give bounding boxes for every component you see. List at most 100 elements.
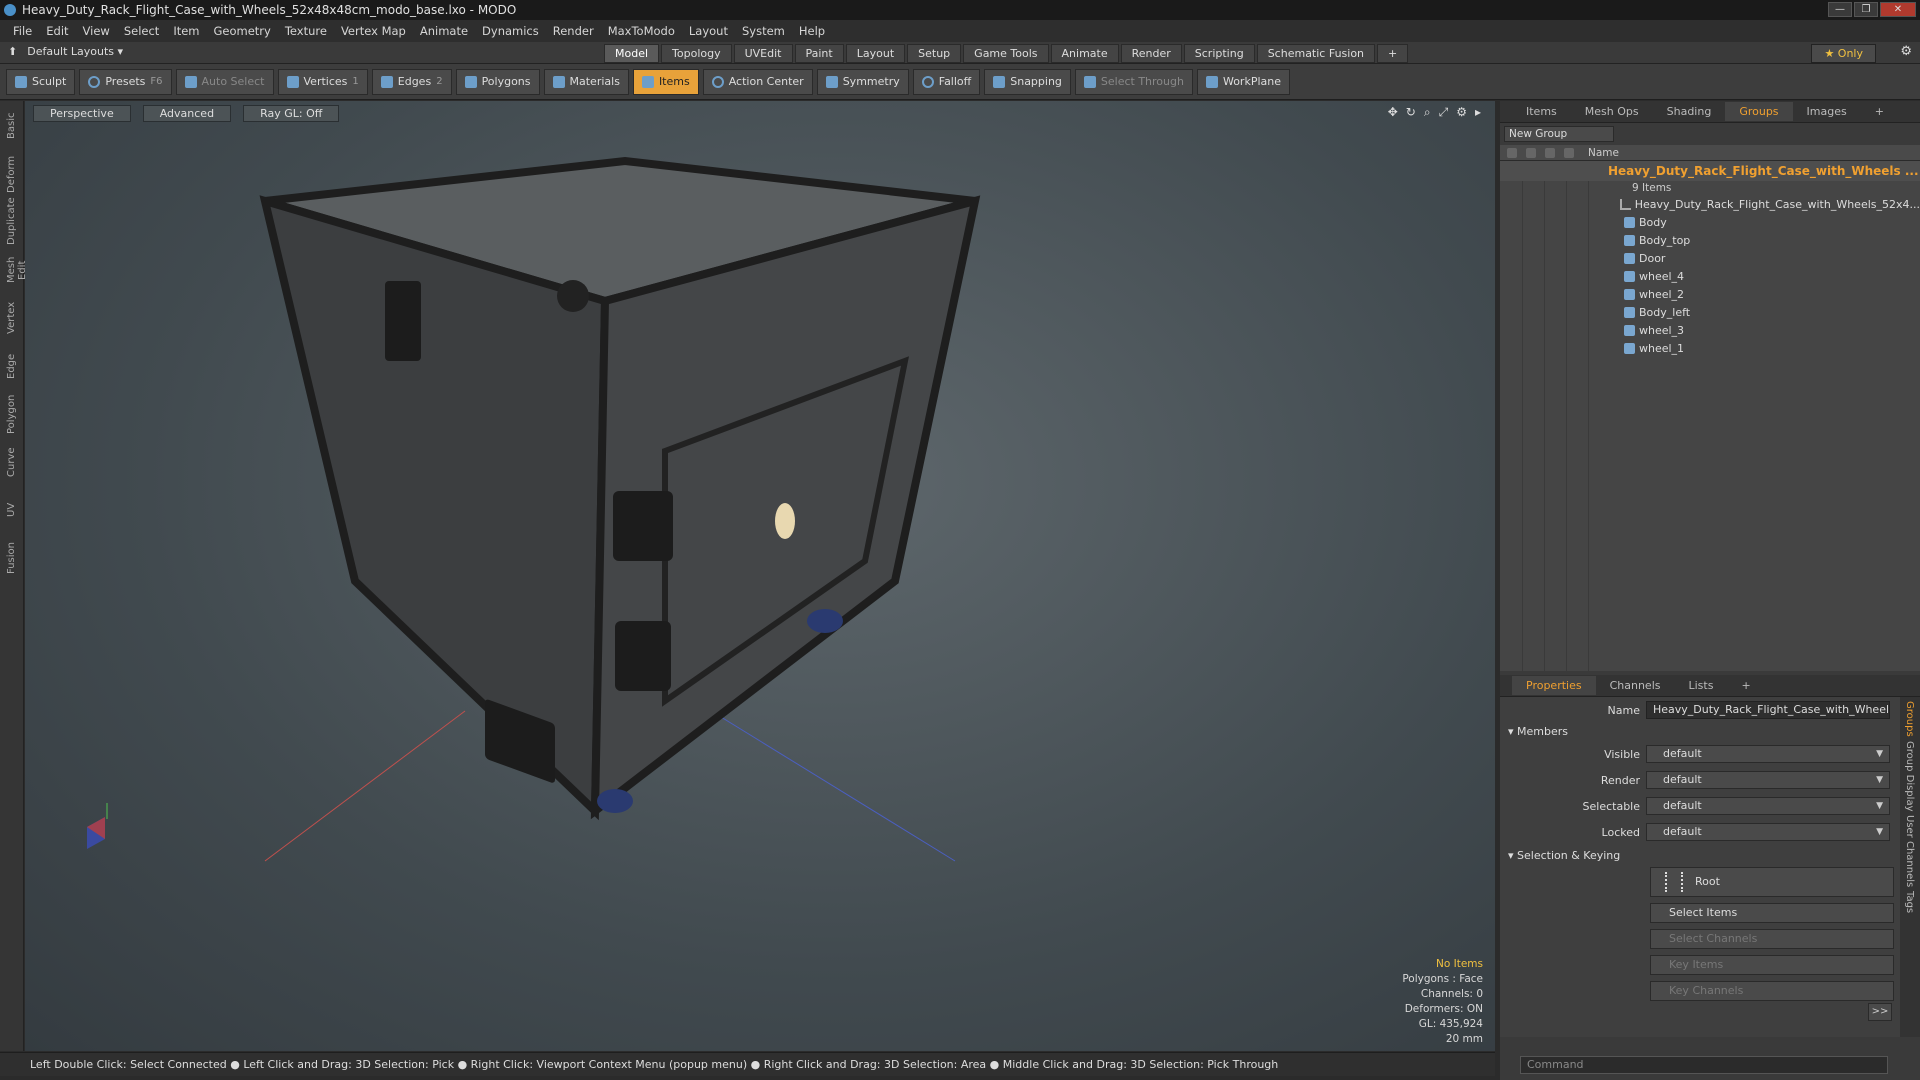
eye-icon[interactable] [1507,147,1517,158]
tab-channels[interactable]: Channels [1596,676,1675,695]
tab-setup[interactable]: Setup [907,44,962,63]
minimize-button[interactable]: — [1828,2,1852,17]
gear-icon[interactable]: ⚙ [1900,44,1912,59]
locked-select[interactable]: default ▼ [1646,823,1890,841]
list-item[interactable]: wheel_3 [1500,321,1920,339]
menu-dynamics[interactable]: Dynamics [475,24,546,38]
raygl-button[interactable]: Ray GL: Off [243,105,340,122]
tab-vertex[interactable]: Vertex [6,295,17,341]
sculpt-button[interactable]: Sculpt [6,68,76,95]
name-field[interactable]: Heavy_Duty_Rack_Flight_Case_with_Wheels_… [1646,701,1890,719]
visible-select[interactable]: default ▼ [1646,745,1890,763]
3d-viewport[interactable]: Perspective Advanced Ray GL: Off ✥ ↻ ⌕ ⤢… [25,101,1495,1051]
tab-layout[interactable]: Layout [845,44,906,63]
add-tab-icon[interactable]: + [1377,44,1409,63]
workplane-button[interactable]: WorkPlane [1196,68,1290,95]
menu-edit[interactable]: Edit [39,24,75,38]
rotate-icon[interactable]: ↻ [1406,105,1416,120]
menu-render[interactable]: Render [546,24,601,38]
menu-texture[interactable]: Texture [278,24,334,38]
pan-icon[interactable]: ✥ [1388,105,1398,120]
select-icon[interactable] [1564,147,1574,158]
side-tab-tags[interactable]: Tags [1904,891,1915,913]
advanced-button[interactable]: Advanced [142,105,232,122]
tab-uvedit[interactable]: UVEdit [733,44,793,63]
tab-scripting[interactable]: Scripting [1183,44,1255,63]
members-section[interactable]: ▾ Members [1508,725,1568,738]
group-row[interactable]: Heavy_Duty_Rack_Flight_Case_with_Wheels … [1500,161,1920,181]
list-item[interactable]: Heavy_Duty_Rack_Flight_Case_with_Wheels_… [1500,195,1920,213]
presets-button[interactable]: Presets F6 [79,68,172,95]
tab-properties[interactable]: Properties [1512,676,1596,695]
maximize-button[interactable]: ❐ [1854,2,1878,17]
tab-paint[interactable]: Paint [794,44,844,63]
tab-items[interactable]: Items [1512,102,1571,121]
selection-keying-section[interactable]: ▾ Selection & Keying [1508,849,1620,862]
list-item[interactable]: Body_left [1500,303,1920,321]
viewport-menu-arrow-icon[interactable]: ▸ [1475,105,1481,120]
menu-view[interactable]: View [76,24,117,38]
tab-fusion[interactable]: Fusion [6,535,17,581]
flight-case-model[interactable] [259,156,981,821]
tab-topology[interactable]: Topology [661,44,732,63]
select-items-button[interactable]: Select Items [1650,903,1894,923]
snapping-button[interactable]: Snapping [984,68,1071,95]
name-column-header[interactable]: Name [1588,147,1619,159]
selectable-select[interactable]: default ▼ [1646,797,1890,815]
only-button[interactable]: ★ Only [1811,44,1876,63]
tab-lists[interactable]: Lists [1675,676,1728,695]
lock-icon[interactable] [1545,147,1555,158]
polygons-button[interactable]: Polygons [455,68,540,95]
tab-duplicate[interactable]: Duplicate [6,197,17,245]
list-item[interactable]: Body_top [1500,231,1920,249]
items-button[interactable]: Items [632,68,699,95]
vertices-button[interactable]: Vertices 1 [277,68,368,95]
falloff-button[interactable]: Falloff [912,68,981,95]
side-tab-user-channels[interactable]: User Channels [1904,815,1915,887]
add-properties-tab-icon[interactable]: + [1727,676,1764,695]
menu-maxtomodo[interactable]: MaxToModo [601,24,682,38]
tab-images[interactable]: Images [1793,102,1861,121]
list-item[interactable]: wheel_1 [1500,339,1920,357]
menu-system[interactable]: System [735,24,792,38]
symmetry-button[interactable]: Symmetry [816,68,909,95]
list-item[interactable]: Door [1500,249,1920,267]
menu-help[interactable]: Help [792,24,832,38]
side-tab-groups[interactable]: Groups [1904,701,1915,737]
add-panel-tab-icon[interactable]: + [1861,102,1898,121]
tab-animate[interactable]: Animate [1050,44,1119,63]
zoom-icon[interactable]: ⌕ [1424,105,1431,120]
key-items-button[interactable]: Key Items [1650,955,1894,975]
layout-up-icon[interactable]: ⬆ [8,45,17,58]
tab-uv[interactable]: UV [6,487,17,533]
menu-geometry[interactable]: Geometry [207,24,278,38]
command-input[interactable]: Command [1520,1056,1888,1074]
tab-basic[interactable]: Basic [6,103,17,149]
select-through-button[interactable]: Select Through [1074,68,1193,95]
action-center-button[interactable]: Action Center [702,68,813,95]
menu-item[interactable]: Item [166,24,206,38]
tab-schematic-fusion[interactable]: Schematic Fusion [1256,44,1376,63]
select-channels-button[interactable]: Select Channels [1650,929,1894,949]
tab-groups[interactable]: Groups [1725,102,1793,121]
key-channels-button[interactable]: Key Channels [1650,981,1894,1001]
tab-model[interactable]: Model [604,44,660,63]
tab-game-tools[interactable]: Game Tools [963,44,1049,63]
side-tab-group-display[interactable]: Group Display [1904,741,1915,811]
menu-select[interactable]: Select [117,24,166,38]
render-select[interactable]: default ▼ [1646,771,1890,789]
close-button[interactable]: ✕ [1880,2,1916,17]
tab-mesh-ops[interactable]: Mesh Ops [1571,102,1653,121]
list-item[interactable]: wheel_4 [1500,267,1920,285]
perspective-button[interactable]: Perspective [33,105,131,122]
more-button[interactable]: >> [1868,1003,1892,1021]
tab-edge[interactable]: Edge [6,343,17,389]
menu-layout[interactable]: Layout [682,24,735,38]
root-button[interactable]: Root [1650,867,1894,897]
tab-deform[interactable]: Deform [6,151,17,197]
tab-polygon[interactable]: Polygon [6,391,17,437]
fit-icon[interactable]: ⤢ [1439,105,1449,120]
auto-select-button[interactable]: Auto Select [175,68,274,95]
viewport-gear-icon[interactable]: ⚙ [1456,105,1467,120]
tab-shading[interactable]: Shading [1653,102,1726,121]
